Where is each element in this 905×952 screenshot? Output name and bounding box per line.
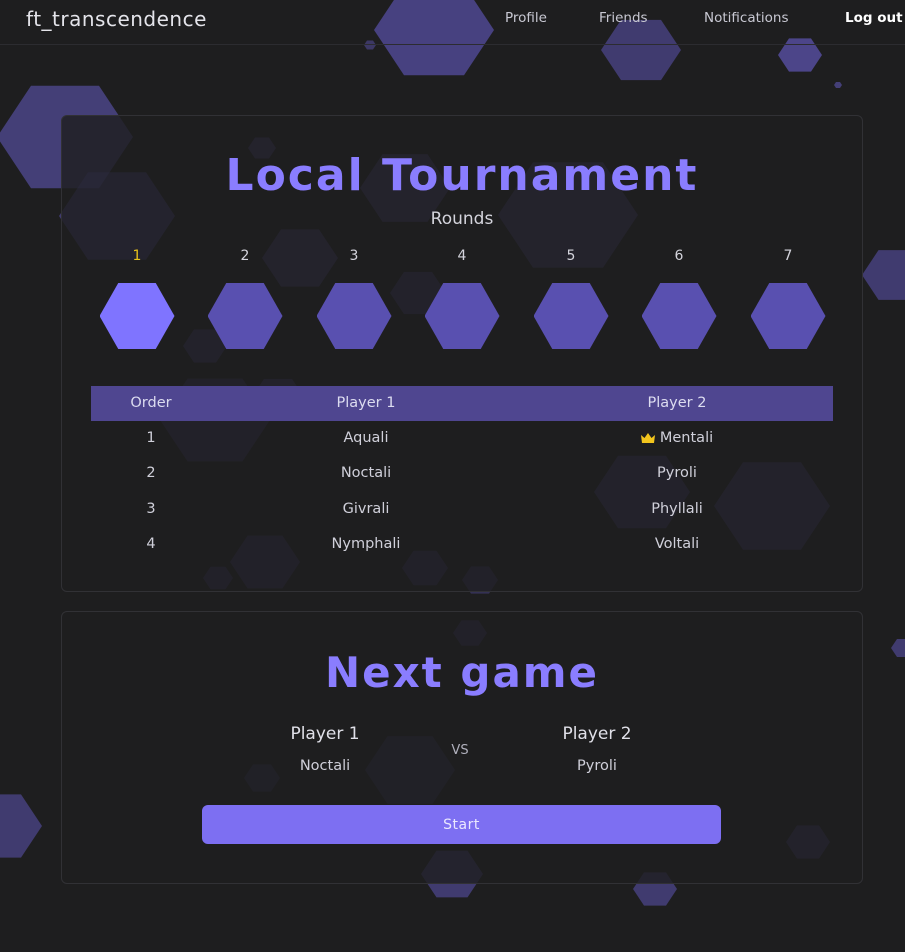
round-hex-5[interactable]: [533, 283, 609, 349]
nav-link-friends[interactable]: Friends: [599, 10, 648, 26]
background-hexagon: [834, 82, 842, 88]
round-label-3: 3: [349, 248, 359, 264]
table-row: 1 Aquali Mentali: [91, 421, 833, 456]
match-player2: Pyroli: [657, 465, 697, 482]
player2-name: Pyroli: [577, 758, 617, 774]
background-hexagon: [0, 794, 42, 858]
match-order: 1: [146, 430, 156, 446]
match-player1: Noctali: [340, 465, 392, 482]
tournament-card: Local Tournament Rounds 1 2 3 4 5 6 7 Or…: [61, 115, 863, 592]
brand-logo[interactable]: ft_transcendence: [26, 7, 207, 31]
start-button[interactable]: Start: [202, 805, 721, 844]
round-label-6: 6: [674, 248, 684, 264]
match-player1: Aquali: [343, 430, 389, 446]
round-label-2: 2: [240, 248, 250, 264]
match-order: 3: [146, 500, 156, 517]
logout-link[interactable]: Log out: [845, 10, 903, 26]
column-header-player2: Player 2: [647, 395, 707, 411]
match-order: 2: [146, 465, 156, 482]
background-hexagon: [862, 250, 905, 300]
matches-table-header: Order Player 1 Player 2: [91, 386, 833, 421]
player2-label: Player 2: [562, 724, 632, 744]
round-label-7: 7: [783, 248, 793, 264]
player1-label: Player 1: [290, 724, 360, 744]
match-player1: Nymphali: [331, 536, 401, 553]
rounds-label: Rounds: [430, 209, 494, 229]
table-row: 3 Givrali Phyllali: [91, 492, 833, 527]
player1-name: Noctali: [299, 758, 351, 774]
nav-link-notifications[interactable]: Notifications: [704, 10, 789, 26]
crown-icon: [640, 433, 655, 443]
next-game-title: Next game: [324, 648, 600, 697]
round-label-5: 5: [566, 248, 576, 264]
nav-link-profile[interactable]: Profile: [505, 10, 547, 26]
next-player1: Player 1 Noctali: [225, 724, 425, 774]
match-player2-cell: Mentali: [521, 421, 833, 456]
column-header-order: Order: [130, 395, 172, 411]
round-label-4: 4: [457, 248, 467, 264]
background-hexagon: [891, 639, 905, 657]
round-hex-1[interactable]: [99, 283, 175, 349]
next-player2: Player 2 Pyroli: [497, 724, 697, 774]
round-hex-4[interactable]: [424, 283, 500, 349]
round-hex-3[interactable]: [316, 283, 392, 349]
next-game-card: Next game Player 1 Noctali VS Player 2 P…: [61, 611, 863, 884]
round-hex-6[interactable]: [641, 283, 717, 349]
matches-table: Order Player 1 Player 2 1 Aquali Mentali…: [91, 386, 833, 563]
column-header-player1: Player 1: [336, 395, 396, 411]
match-player1: Givrali: [342, 500, 390, 517]
round-hex-7[interactable]: [750, 283, 826, 349]
table-row: 4 Nymphali Voltali: [91, 527, 833, 562]
match-player2: Mentali: [659, 430, 714, 446]
match-order: 4: [146, 536, 156, 553]
match-player2: Voltali: [654, 536, 700, 553]
vs-label: VS: [451, 743, 469, 758]
match-player2: Phyllali: [651, 500, 703, 517]
round-label-1: 1: [132, 248, 142, 264]
navbar: ft_transcendence Profile Friends Notific…: [0, 0, 905, 45]
round-hex-2[interactable]: [207, 283, 283, 349]
table-row: 2 Noctali Pyroli: [91, 456, 833, 491]
tournament-title: Local Tournament: [225, 150, 699, 201]
